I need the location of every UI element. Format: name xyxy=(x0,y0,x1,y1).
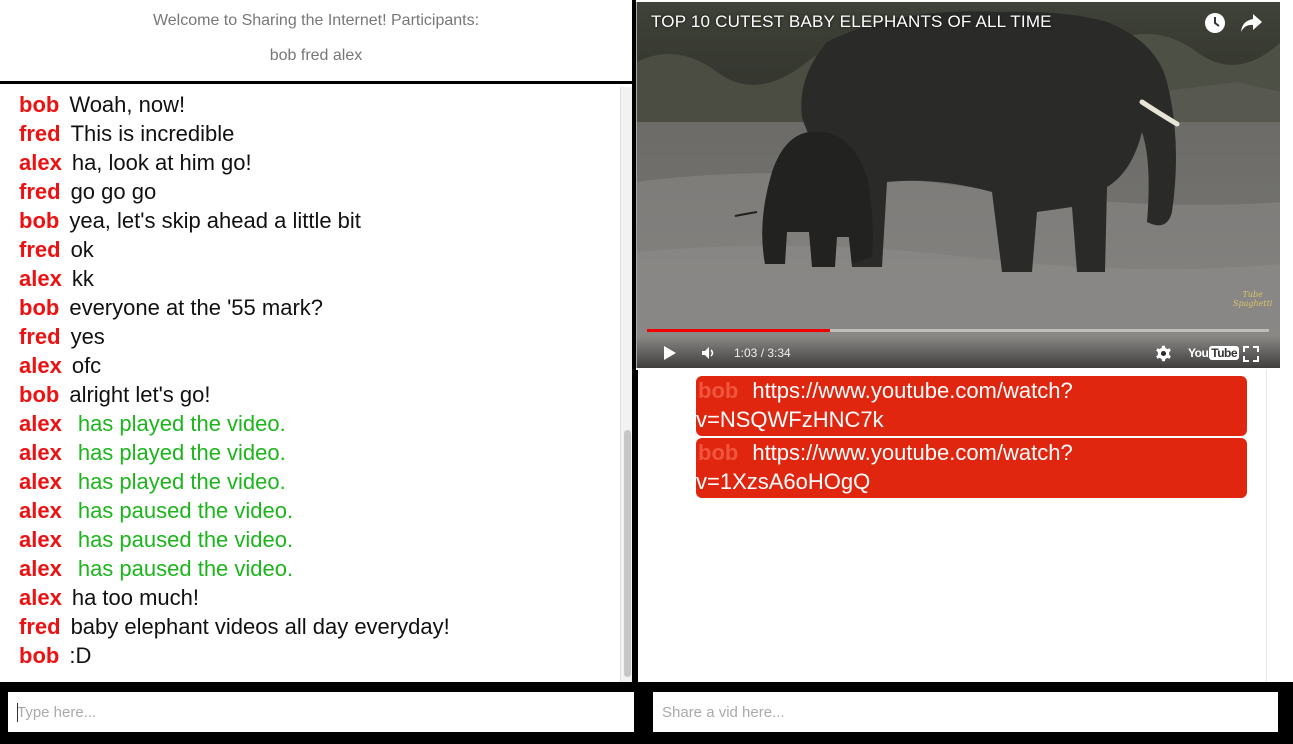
chat-header: Welcome to Sharing the Internet! Partici… xyxy=(0,0,632,84)
chat-message-row: alex ha too much! xyxy=(19,583,199,612)
chat-message-row: bob Woah, now! xyxy=(19,90,185,119)
channel-watermark: Tube Spaghetti xyxy=(1233,290,1273,308)
chat-message-row: fred yes xyxy=(19,322,105,351)
chat-message-text: :D xyxy=(69,643,92,668)
chat-event-row: alex has played the video. xyxy=(19,438,286,467)
chat-username: alex xyxy=(19,440,62,465)
chat-event-text: has paused the video. xyxy=(77,556,294,581)
shared-videos-list: bob https://www.youtube.com/watch? v=NSQW… xyxy=(636,370,1266,682)
youtube-logo[interactable]: You Tube xyxy=(1188,346,1240,360)
welcome-text: Welcome to Sharing the Internet! Partici… xyxy=(152,12,480,29)
chat-event-text: has played the video. xyxy=(77,411,286,436)
chat-message-text: yes xyxy=(70,324,105,349)
chat-username: alex xyxy=(19,353,62,378)
chat-username: fred xyxy=(19,121,61,146)
chat-username: alex xyxy=(19,411,62,436)
chat-message-text: ofc xyxy=(71,353,102,378)
chat-message-text: ha too much! xyxy=(71,585,200,610)
clock-icon[interactable] xyxy=(1204,12,1226,34)
chat-message-text: go go go xyxy=(70,179,157,204)
chat-username: bob xyxy=(19,92,60,117)
chat-username: alex xyxy=(19,527,62,552)
chat-username: fred xyxy=(19,324,61,349)
chat-username: alex xyxy=(19,498,62,523)
chat-event-row: alex has paused the video. xyxy=(19,525,293,554)
app-window: Welcome to Sharing the Internet! Partici… xyxy=(0,0,1293,744)
chat-event-row: alex has played the video. xyxy=(19,467,286,496)
chat-message-text: ok xyxy=(70,237,94,262)
chat-message-row: fred baby elephant videos all day everyda… xyxy=(19,612,450,641)
play-icon[interactable] xyxy=(663,345,677,361)
video-frame xyxy=(637,2,1280,368)
chat-username: alex xyxy=(19,266,62,291)
chat-username: alex xyxy=(19,556,62,581)
settings-icon[interactable] xyxy=(1155,345,1172,362)
player-controls: 1:03 / 3:34 You Tube xyxy=(637,336,1280,368)
share-video-input[interactable] xyxy=(653,692,1278,732)
fullscreen-icon[interactable] xyxy=(1243,346,1259,362)
link-url-line1[interactable]: https://www.youtube.com/watch? xyxy=(752,378,1072,403)
shared-link-card[interactable]: bob https://www.youtube.com/watch? v=NSQW… xyxy=(696,376,1247,436)
chat-message-text: alright let's go! xyxy=(69,382,211,407)
chat-username: alex xyxy=(19,585,62,610)
chat-message-row: alex kk xyxy=(19,264,94,293)
volume-icon[interactable] xyxy=(701,346,717,360)
chat-message-row: fred This is incredible xyxy=(19,119,234,148)
chat-message-row: fred ok xyxy=(19,235,94,264)
video-title[interactable]: TOP 10 CUTEST BABY ELEPHANTS OF ALL TIME xyxy=(651,12,1052,32)
chat-event-text: has played the video. xyxy=(77,440,286,465)
chat-message-row: bob :D xyxy=(19,641,91,670)
chat-event-text: has played the video. xyxy=(77,469,286,494)
video-player[interactable]: TOP 10 CUTEST BABY ELEPHANTS OF ALL TIME… xyxy=(636,2,1280,368)
chat-username: alex xyxy=(19,150,62,175)
chat-username: fred xyxy=(19,614,61,639)
chat-event-text: has paused the video. xyxy=(77,498,294,523)
chat-message-text: baby elephant videos all day everyday! xyxy=(70,614,450,639)
share-icon[interactable] xyxy=(1239,12,1263,34)
chat-message-row: alex ofc xyxy=(19,351,101,380)
link-url-line2[interactable]: v=NSQWFzHNC7k xyxy=(696,405,1247,434)
chat-message-row: bob yea, let's skip ahead a little bit xyxy=(19,206,361,235)
chat-log: bob Woah, now! fred This is incredible alex h… xyxy=(0,87,620,682)
chat-event-text: has paused the video. xyxy=(77,527,294,552)
chat-panel: Welcome to Sharing the Internet! Partici… xyxy=(0,0,634,682)
chat-message-row: alex ha, look at him go! xyxy=(19,148,252,177)
chat-message-text: kk xyxy=(71,266,94,291)
chat-username: bob xyxy=(19,295,60,320)
chat-event-row: alex has paused the video. xyxy=(19,554,293,583)
link-url-line2[interactable]: v=1XzsA6oHOgQ xyxy=(696,467,1247,496)
chat-username: alex xyxy=(19,469,62,494)
chat-scrollbar-thumb[interactable] xyxy=(624,430,631,677)
chat-input[interactable] xyxy=(8,692,634,732)
participants-list: bob fred alex xyxy=(269,47,363,64)
link-username: bob xyxy=(698,378,739,403)
chat-event-row: alex has paused the video. xyxy=(19,496,293,525)
chat-message-text: everyone at the '55 mark? xyxy=(69,295,324,320)
shared-scrollbar[interactable] xyxy=(1266,370,1293,682)
chat-username: bob xyxy=(19,643,60,668)
chat-username: bob xyxy=(19,208,60,233)
progress-bar[interactable] xyxy=(647,329,1269,332)
chat-message-row: fred go go go xyxy=(19,177,156,206)
chat-message-row: bob everyone at the '55 mark? xyxy=(19,293,323,322)
chat-username: fred xyxy=(19,237,61,262)
time-display: 1:03 / 3:34 xyxy=(734,346,791,360)
link-url-line1[interactable]: https://www.youtube.com/watch? xyxy=(752,440,1072,465)
chat-message-row: bob alright let's go! xyxy=(19,380,211,409)
video-panel: TOP 10 CUTEST BABY ELEPHANTS OF ALL TIME… xyxy=(636,0,1293,682)
chat-message-text: Woah, now! xyxy=(69,92,186,117)
shared-link-card[interactable]: bob https://www.youtube.com/watch? v=1Xzs… xyxy=(696,438,1247,498)
chat-username: fred xyxy=(19,179,61,204)
chat-event-row: alex has played the video. xyxy=(19,409,286,438)
chat-message-text: yea, let's skip ahead a little bit xyxy=(69,208,361,233)
chat-scrollbar[interactable] xyxy=(620,87,632,682)
chat-username: bob xyxy=(19,382,60,407)
text-caret xyxy=(17,703,18,722)
chat-message-text: This is incredible xyxy=(70,121,235,146)
link-username: bob xyxy=(698,440,739,465)
chat-message-text: ha, look at him go! xyxy=(71,150,252,175)
progress-bar-fill xyxy=(647,329,830,332)
